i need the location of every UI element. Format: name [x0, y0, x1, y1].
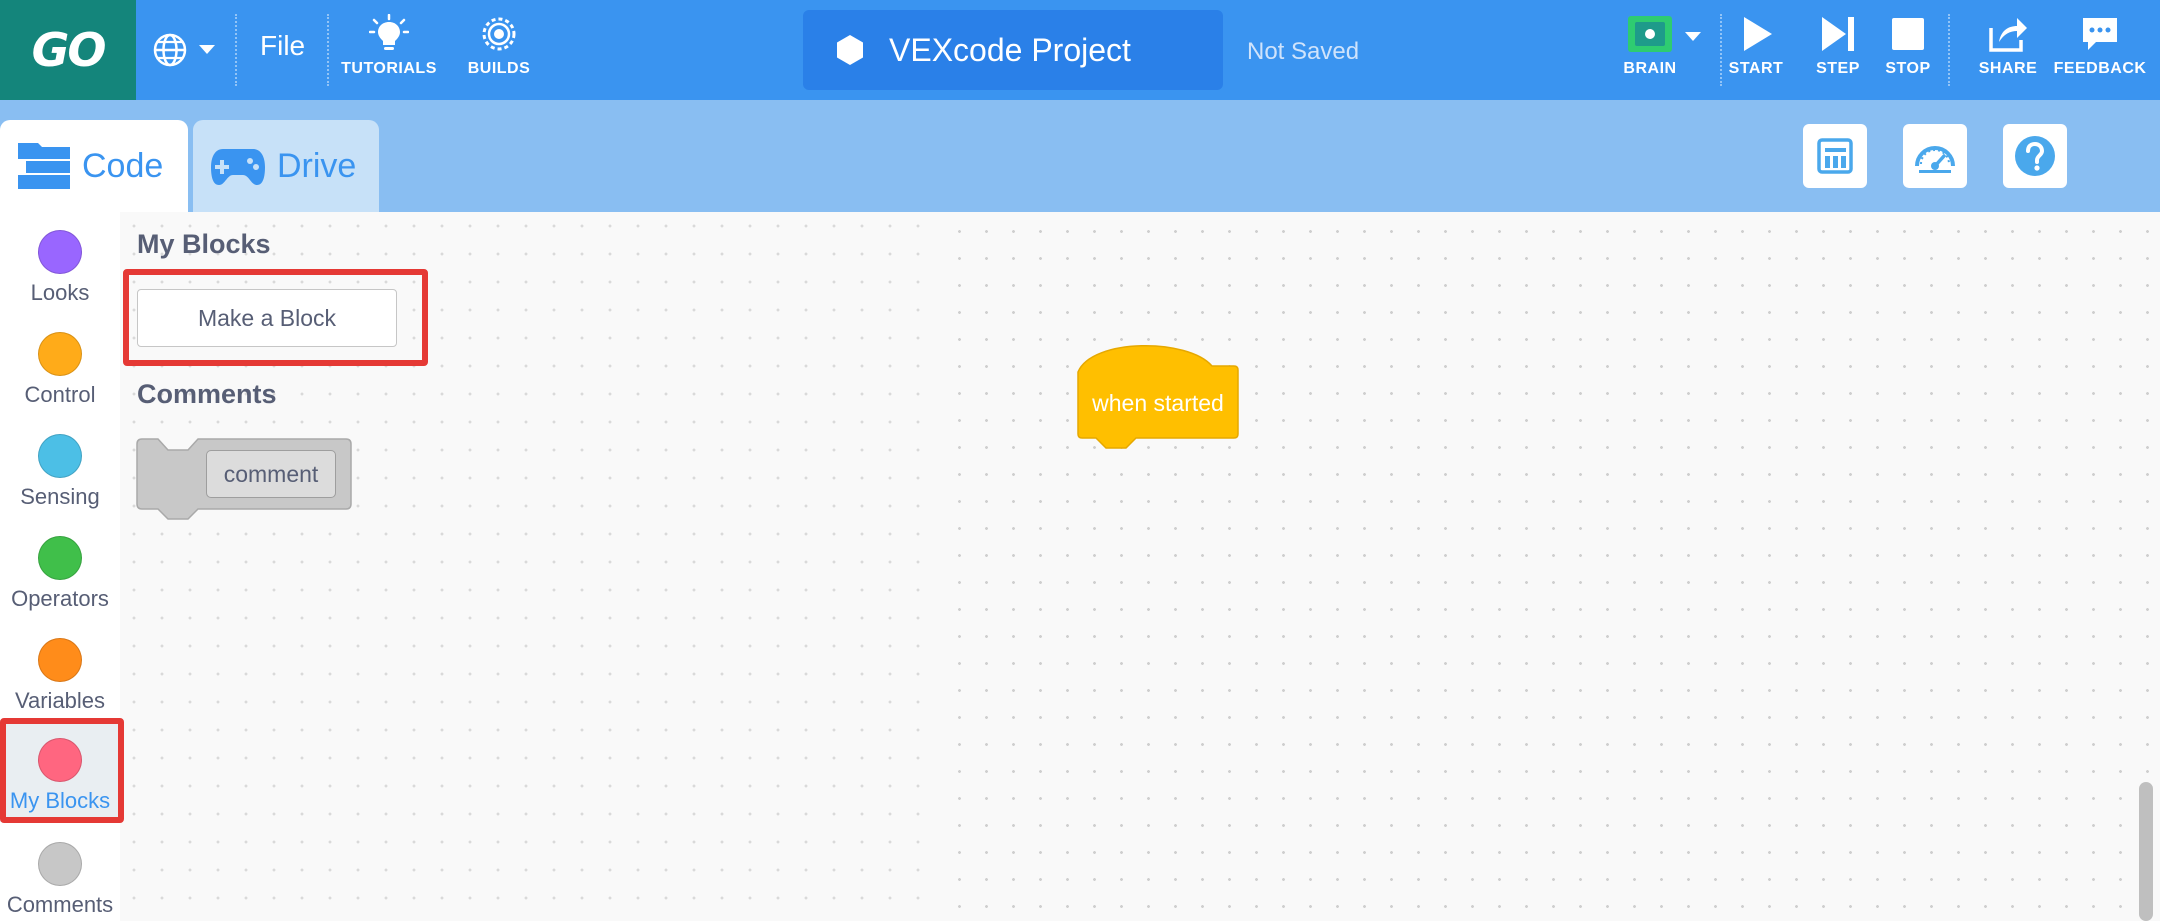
category-variables[interactable]: Variables [0, 626, 120, 728]
start-button[interactable]: START [1716, 14, 1796, 78]
menu-divider [1948, 14, 1950, 86]
tab-code[interactable]: Code [0, 120, 188, 212]
chevron-down-icon [199, 45, 215, 54]
category-label: Looks [30, 280, 90, 305]
category-variables-dot [38, 638, 82, 682]
share-icon [1989, 18, 2027, 52]
code-workspace[interactable] [940, 212, 2160, 921]
brain-dropdown[interactable] [1684, 30, 1702, 48]
make-a-block-button[interactable]: Make a Block [137, 289, 397, 347]
language-menu[interactable] [152, 28, 216, 72]
category-looks-dot [38, 230, 82, 274]
step-button[interactable]: STEP [1798, 14, 1878, 78]
lightbulb-icon [369, 14, 409, 50]
my-blocks-heading: My Blocks [137, 229, 271, 259]
category-control[interactable]: Control [0, 320, 120, 422]
share-button[interactable]: SHARE [1968, 14, 2048, 78]
tab-code-label: Code [82, 146, 164, 185]
category-label: My Blocks [9, 788, 111, 813]
category-comments-dot [38, 842, 82, 886]
menu-divider [235, 14, 237, 86]
category-label: Comments [6, 892, 114, 917]
when-started-block[interactable] [1076, 342, 1240, 452]
tab-drive-label: Drive [277, 146, 357, 185]
gear-build-icon [482, 17, 516, 51]
project-name: VEXcode Project [889, 31, 1131, 68]
category-operators-dot [38, 536, 82, 580]
category-label: Operators [11, 586, 109, 611]
chevron-down-icon [1685, 32, 1701, 41]
brain-label: BRAIN [1623, 60, 1677, 77]
code-blocks-icon [18, 143, 70, 189]
menu-bar: GO File TUTORIALS BUILDS VEXcode Project… [0, 0, 2160, 100]
help-button[interactable] [2003, 124, 2067, 188]
category-sensing[interactable]: Sensing [0, 422, 120, 524]
file-menu[interactable]: File [260, 30, 305, 62]
save-status: Not Saved [1247, 38, 1360, 65]
category-my-blocks[interactable]: My Blocks [0, 720, 120, 822]
category-my-blocks-dot [38, 738, 82, 782]
logo-text: GO [31, 23, 107, 77]
category-operators[interactable]: Operators [0, 524, 120, 626]
brain-icon [1628, 16, 1672, 52]
tutorials-label: TUTORIALS [341, 60, 437, 77]
start-label: START [1728, 60, 1784, 77]
feedback-button[interactable]: FEEDBACK [2053, 14, 2147, 78]
vexcode-go-logo: GO [0, 0, 136, 100]
globe-icon [153, 33, 187, 67]
hexagon-icon [837, 35, 863, 65]
workspace-scrollbar[interactable] [2139, 782, 2153, 921]
chat-bubble-icon [2083, 18, 2117, 50]
tutorials-button[interactable]: TUTORIALS [334, 14, 444, 78]
comments-heading: Comments [137, 379, 277, 409]
feedback-label: FEEDBACK [2053, 60, 2147, 77]
dashboard-gauge-icon [1915, 146, 1955, 173]
tab-drive[interactable]: Drive [193, 120, 379, 212]
menu-divider [327, 14, 329, 86]
step-label: STEP [1816, 60, 1860, 77]
step-icon [1822, 17, 1854, 51]
category-label: Variables [14, 688, 106, 713]
builds-label: BUILDS [467, 60, 531, 77]
stop-icon [1892, 18, 1924, 50]
project-name-field[interactable]: VEXcode Project [803, 10, 1223, 90]
category-label: Control [24, 382, 96, 407]
category-sensing-dot [38, 434, 82, 478]
stop-label: STOP [1885, 60, 1931, 77]
play-icon [1744, 17, 1772, 51]
devices-icon [1817, 138, 1853, 174]
dashboard-button[interactable] [1903, 124, 1967, 188]
builds-button[interactable]: BUILDS [444, 14, 554, 78]
comment-text-field[interactable]: comment [206, 450, 336, 498]
help-icon [2015, 136, 2055, 176]
gamepad-icon [211, 149, 265, 185]
category-comments[interactable]: Comments [0, 830, 120, 921]
block-categories: Looks Control Sensing Operators Variable… [0, 212, 120, 921]
category-control-dot [38, 332, 82, 376]
devices-button[interactable] [1803, 124, 1867, 188]
stop-button[interactable]: STOP [1868, 14, 1948, 78]
category-label: Sensing [20, 484, 100, 509]
share-label: SHARE [1978, 60, 2038, 77]
category-looks[interactable]: Looks [0, 218, 120, 320]
